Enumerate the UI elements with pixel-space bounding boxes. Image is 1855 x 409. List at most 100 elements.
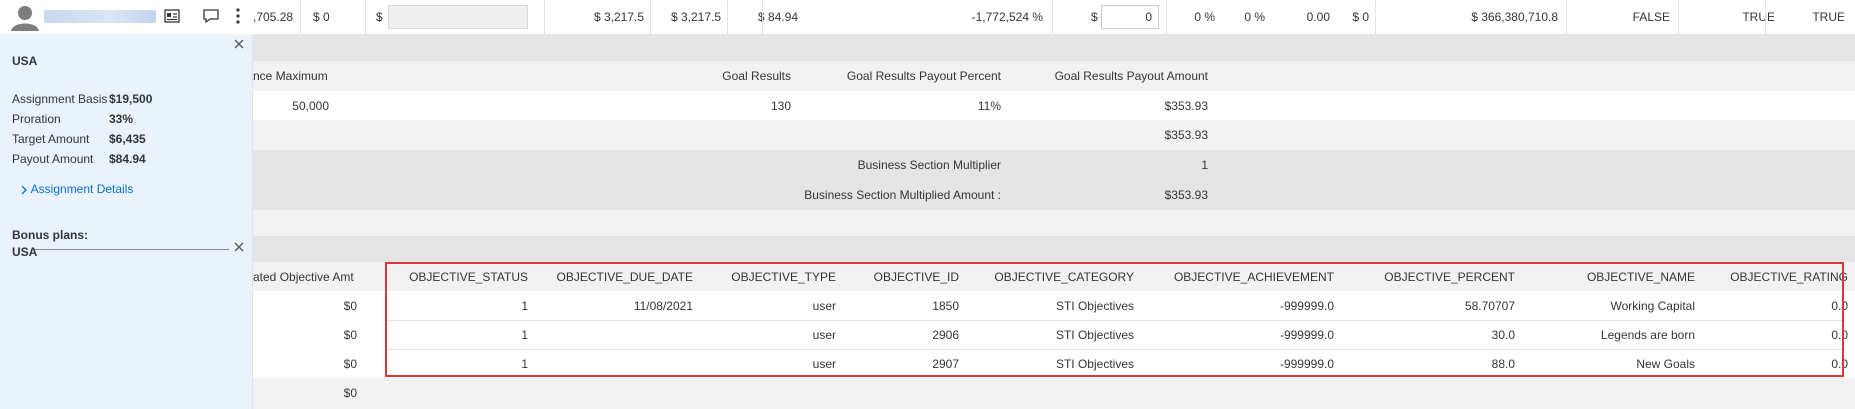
payout-amount-label: Payout Amount (12, 152, 94, 166)
avatar[interactable] (9, 3, 41, 31)
objective-achievement: -999999.0 (1279, 328, 1334, 342)
amount-c: $ 84.94 (757, 10, 798, 24)
chevron-right-icon (21, 185, 27, 195)
objective-status: 1 (521, 299, 528, 313)
goal-results-value: 130 (770, 99, 791, 113)
goal-header-row: nce Maximum Goal Results Goal Results Pa… (253, 61, 1855, 91)
goal-row: 50,000 130 11% $353.93 (253, 91, 1855, 120)
close-bonus-plans-icon[interactable] (232, 240, 246, 254)
assignment-basis-label: Assignment Basis (12, 92, 108, 106)
section-spacer-3 (253, 236, 1855, 262)
currency-symbol-1: $ (376, 10, 383, 24)
section-spacer-1 (253, 35, 1855, 61)
goal-header-payout-amount: Goal Results Payout Amount (1054, 69, 1208, 83)
goal-payout-amount-value: $353.93 (1164, 99, 1208, 113)
objectives-header-row: ated Objective Amt OBJECTIVE_STATUS OBJE… (253, 262, 1855, 291)
assignment-basis-value: $19,500 (109, 92, 153, 106)
assignment-details-label: Assignment Details (30, 182, 134, 196)
objective-amt: $0 (343, 357, 357, 371)
objective-status: 1 (521, 357, 528, 371)
close-icon[interactable] (232, 37, 246, 51)
objective-percent: 30.0 (1491, 328, 1515, 342)
comment-icon[interactable] (201, 6, 221, 26)
big-amount: $ 366,380,710.8 (1471, 10, 1558, 24)
objective-percent: 88.0 (1491, 357, 1515, 371)
proration-value: 33% (109, 112, 134, 126)
objective-name: New Goals (1636, 357, 1695, 371)
objective-achievement: -999999.0 (1279, 299, 1334, 313)
multiplied-amount-value: $353.93 (1164, 188, 1208, 202)
objective-achievement: -999999.0 (1279, 357, 1334, 371)
flag-true-1: TRUE (1742, 10, 1775, 24)
objective-amt: $0 (343, 328, 357, 342)
table-row[interactable]: $0 1 11/08/2021 user 1850 STI Objectives… (253, 291, 1855, 320)
objective-category: STI Objectives (1055, 328, 1134, 342)
objective-name: Legends are born (1600, 328, 1695, 342)
assignment-details-link[interactable]: Assignment Details (20, 182, 133, 196)
zero-amount-2: $ 0 (1352, 10, 1369, 24)
zero-amount-1: $ 0 (313, 10, 330, 24)
objective-type: user (812, 328, 836, 342)
amount-input[interactable] (1101, 5, 1159, 29)
objective-amt: $0 (343, 299, 357, 313)
objective-status: 1 (521, 328, 528, 342)
header-objective-due-date: OBJECTIVE_DUE_DATE (556, 270, 693, 284)
bonus-plans-label: Bonus plans: (12, 228, 89, 242)
header-objective-id: OBJECTIVE_ID (873, 270, 959, 284)
header-objective-rating: OBJECTIVE_RATING (1730, 270, 1848, 284)
goal-max-value: 50,000 (292, 99, 329, 113)
multiplier-label: Business Section Multiplier (857, 158, 1001, 172)
objective-id: 1850 (932, 299, 959, 313)
table-row[interactable]: $0 1 user 2906 STI Objectives -999999.0 … (253, 320, 1855, 349)
objectives-total: $0 (343, 386, 357, 400)
percent-2: 0 % (1244, 10, 1265, 24)
percent-1: 0 % (1194, 10, 1215, 24)
objective-due-date: 11/08/2021 (633, 299, 693, 313)
goal-header-max: nce Maximum (253, 69, 328, 83)
business-section-block: Business Section Multiplier 1 Business S… (253, 150, 1855, 210)
id-card-icon[interactable] (162, 6, 182, 26)
decimal-value: 0.00 (1306, 10, 1330, 24)
employee-name-redacted (44, 10, 156, 23)
objective-rating: 0.0 (1831, 299, 1848, 313)
partial-amount: ,705.28 (253, 10, 294, 24)
target-amount-value: $6,435 (109, 132, 146, 146)
disabled-amount-field (388, 5, 528, 29)
target-amount-label: Target Amount (12, 132, 90, 146)
header-objective-type: OBJECTIVE_TYPE (731, 270, 836, 284)
objective-type: user (812, 299, 836, 313)
more-options-icon[interactable] (228, 6, 248, 26)
goal-payout-percent-value: 11% (977, 99, 1001, 113)
header-objective-achievement: OBJECTIVE_ACHIEVEMENT (1173, 270, 1334, 284)
flag-true-2: TRUE (1812, 10, 1845, 24)
header-objective-status: OBJECTIVE_STATUS (409, 270, 528, 284)
goal-header-payout-percent: Goal Results Payout Percent (846, 69, 1001, 83)
section-spacer-2 (253, 210, 1855, 236)
table-row[interactable]: $0 1 user 2907 STI Objectives -999999.0 … (253, 349, 1855, 378)
objective-id: 2906 (932, 328, 959, 342)
panel-country: USA (12, 54, 38, 68)
proration-label: Proration (12, 112, 61, 126)
objective-rating: 0.0 (1831, 328, 1848, 342)
percent-big: -1,772,524 % (971, 10, 1043, 24)
bonus-plans-value: USA (12, 245, 38, 259)
objective-type: user (812, 357, 836, 371)
objective-category: STI Objectives (1055, 357, 1134, 371)
header-objective-category: OBJECTIVE_CATEGORY (994, 270, 1134, 284)
goal-header-results: Goal Results (722, 69, 791, 83)
objective-percent: 58.70707 (1464, 299, 1515, 313)
flag-false: FALSE (1632, 10, 1670, 24)
objective-id: 2907 (932, 357, 959, 371)
objective-rating: 0.0 (1831, 357, 1848, 371)
objective-category: STI Objectives (1055, 299, 1134, 313)
assignment-side-panel: USA Assignment Basis $19,500 Proration 3… (0, 34, 253, 409)
header-objective-percent: OBJECTIVE_PERCENT (1384, 270, 1515, 284)
objective-name: Working Capital (1610, 299, 1695, 313)
multiplied-amount-label: Business Section Multiplied Amount : (804, 188, 1001, 202)
payout-amount-value: $84.94 (109, 152, 146, 166)
header-objective-name: OBJECTIVE_NAME (1586, 270, 1695, 284)
objectives-total-row: $0 (253, 378, 1855, 409)
multiplier-value: 1 (1201, 158, 1208, 172)
goal-subtotal: $353.93 (1164, 128, 1208, 142)
currency-symbol-2: $ (1091, 10, 1098, 24)
